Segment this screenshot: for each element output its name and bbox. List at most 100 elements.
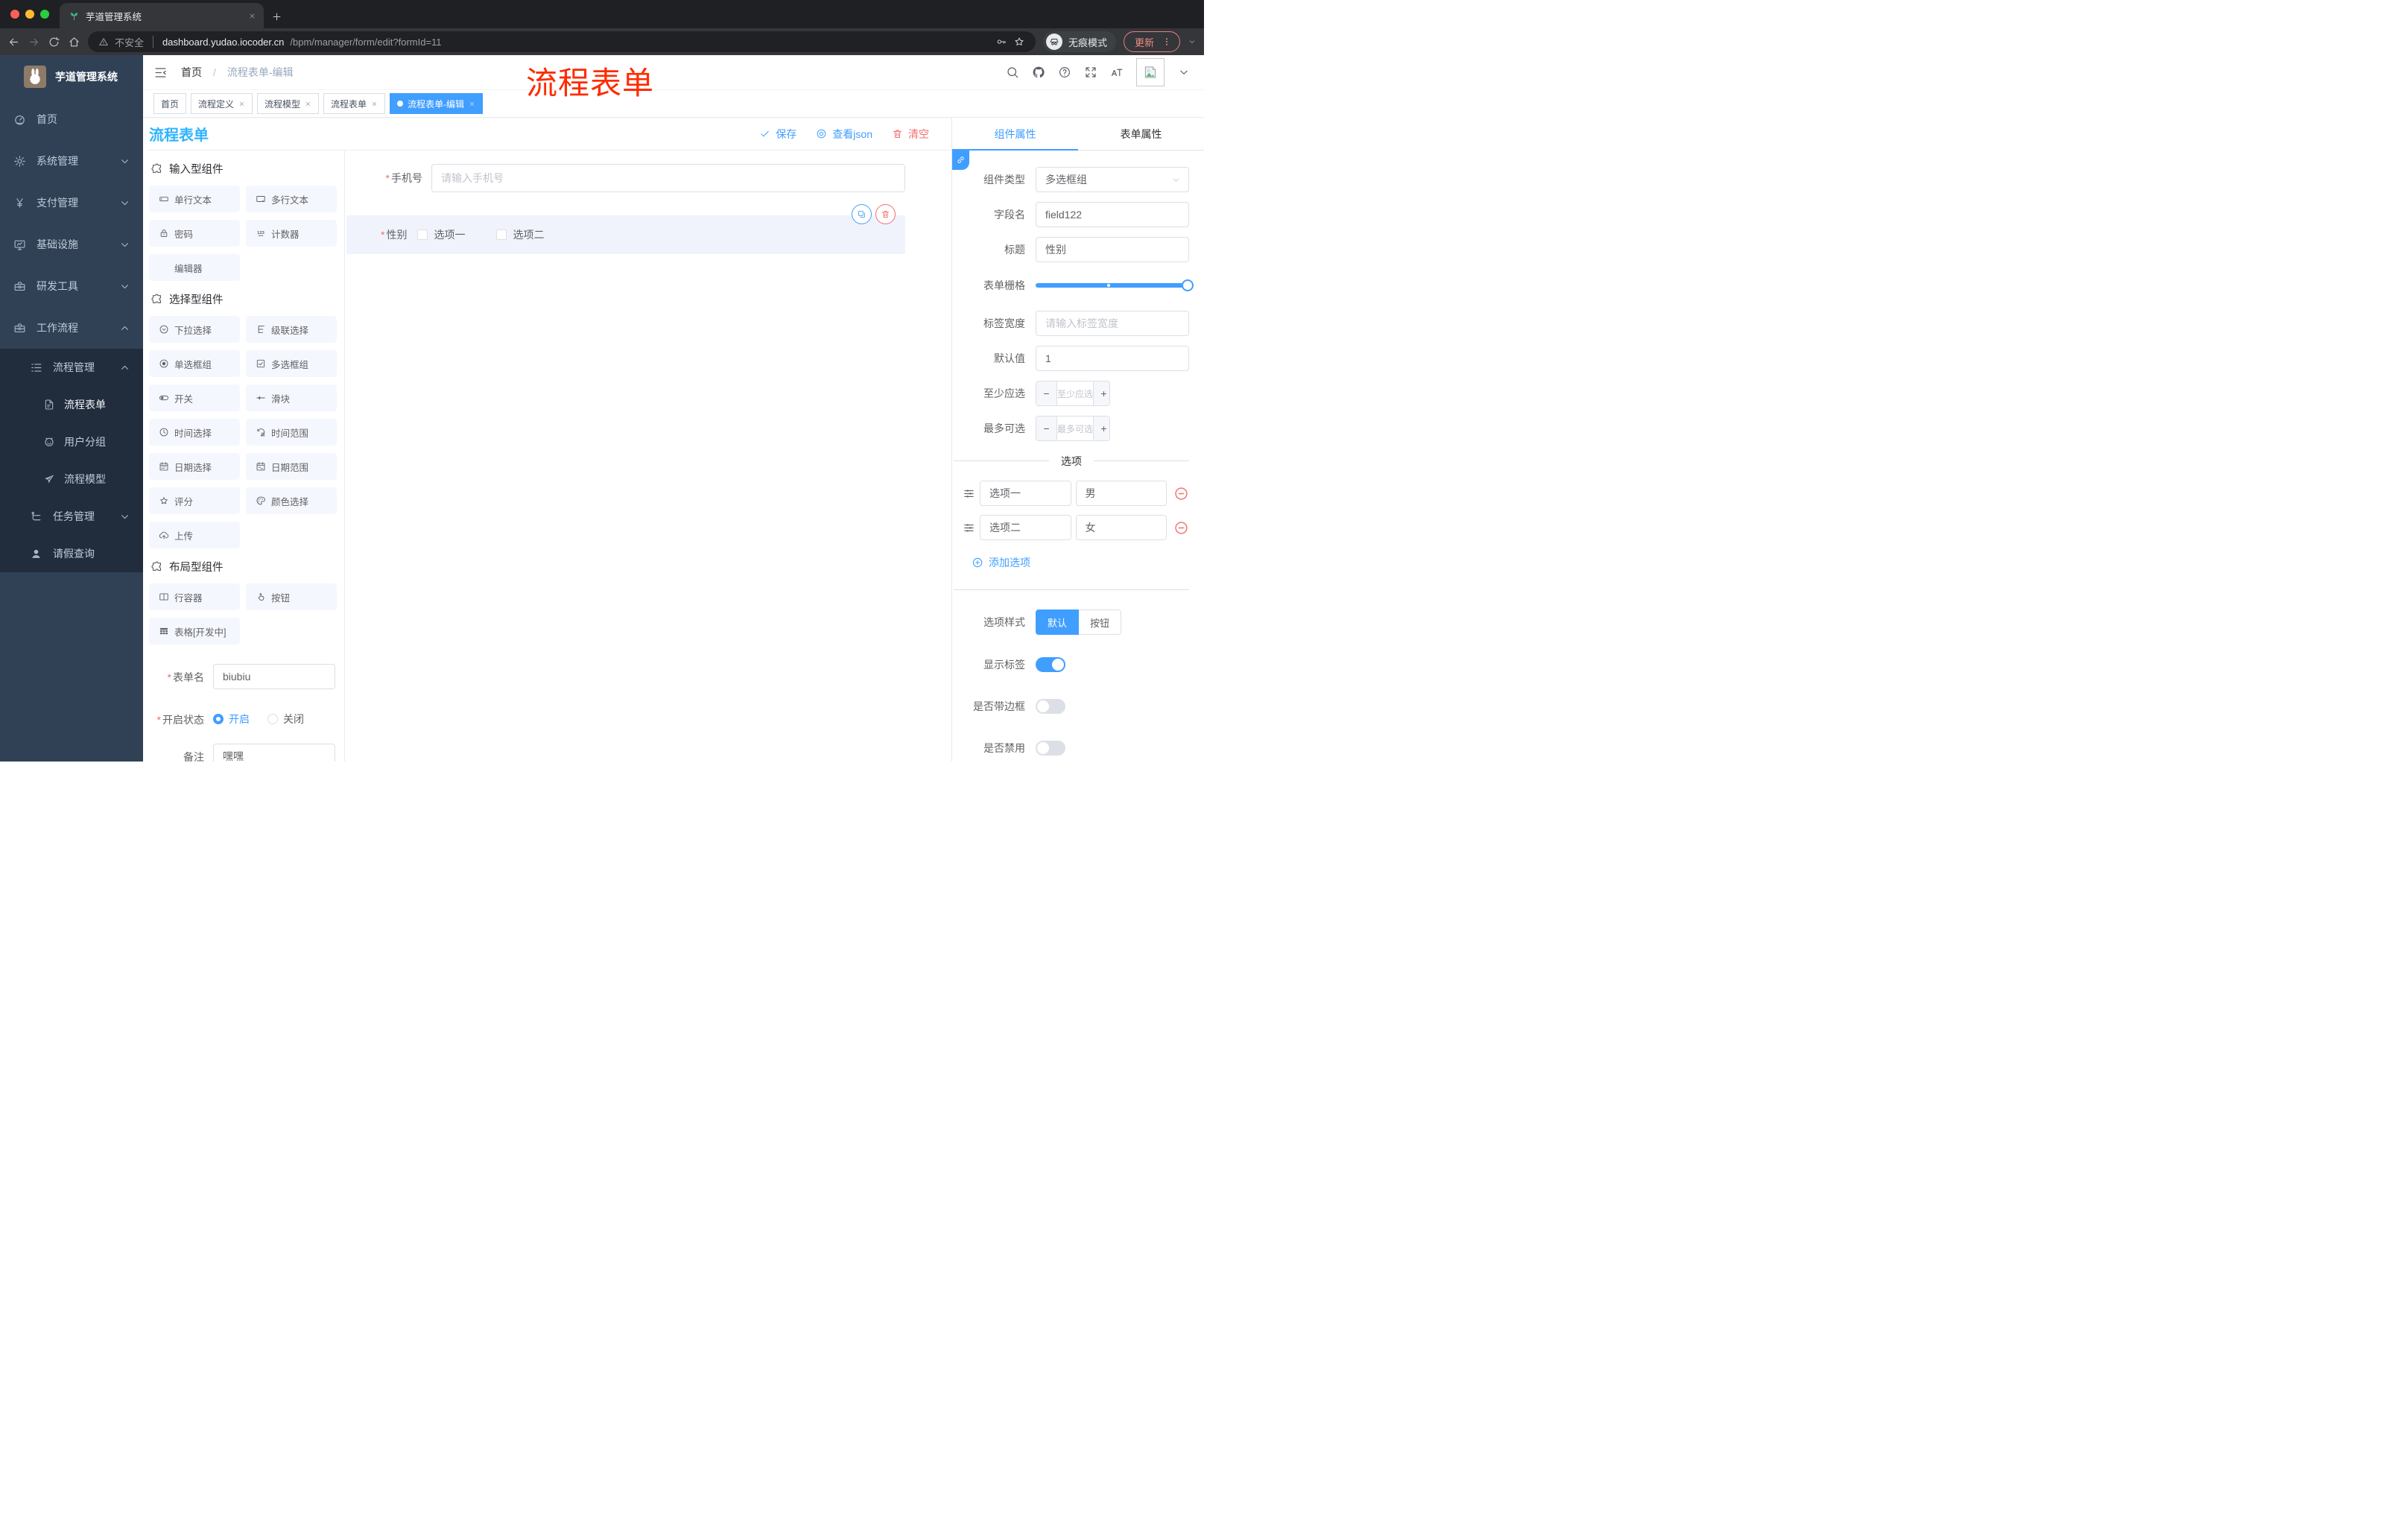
sidebar-child-0-0[interactable]: 流程表单	[0, 386, 143, 423]
tab-close-icon[interactable]	[248, 12, 256, 20]
option-style-default[interactable]: 默认	[1036, 609, 1080, 635]
sidebar-subitem-0[interactable]: 流程管理	[0, 349, 143, 386]
grid-slider[interactable]	[1036, 279, 1194, 291]
new-tab-button[interactable]	[271, 11, 282, 22]
palette-item[interactable]: 上传	[149, 522, 240, 548]
option-style-button[interactable]: 按钮	[1079, 609, 1122, 635]
option-name-input[interactable]	[980, 515, 1071, 540]
palette-item[interactable]: 密码	[149, 220, 240, 247]
palette-item[interactable]: 下拉选择	[149, 316, 240, 343]
sidebar-subitem-2[interactable]: 请假查询	[0, 535, 143, 572]
palette-item[interactable]: 日期选择	[149, 453, 240, 480]
window-zoom-button[interactable]	[40, 10, 49, 19]
link-badge[interactable]	[952, 150, 969, 170]
checkbox-icon[interactable]	[496, 229, 507, 240]
label-width-input[interactable]	[1036, 311, 1189, 336]
checkbox-option-1[interactable]: 选项二	[496, 227, 544, 242]
sidebar-item-5[interactable]: 工作流程	[0, 307, 143, 349]
checkbox-option-0[interactable]: 选项一	[417, 227, 465, 242]
palette-item[interactable]: 颜色选择	[246, 487, 337, 514]
option-value-input[interactable]	[1075, 515, 1167, 540]
palette-item[interactable]: 计数器	[246, 220, 337, 247]
action-clear-button[interactable]: 清空	[892, 127, 929, 142]
delete-component-button[interactable]	[875, 204, 896, 224]
palette-item[interactable]: 级联选择	[246, 316, 337, 343]
help-icon[interactable]	[1058, 66, 1071, 79]
palette-item[interactable]: 多选框组	[246, 350, 337, 377]
tag-close-icon[interactable]	[469, 101, 475, 107]
form-item-phone[interactable]: * 手机号	[346, 164, 905, 192]
tag-3[interactable]: 流程表单	[323, 93, 386, 114]
status-radio-on[interactable]: 开启	[213, 712, 250, 726]
password-key-icon[interactable]	[995, 36, 1007, 48]
address-bar[interactable]: 不安全 dashboard.yudao.iocoder.cn /bpm/mana…	[88, 31, 1036, 52]
add-option-button[interactable]: 添加选项	[972, 555, 1189, 570]
sidebar-item-2[interactable]: 支付管理	[0, 182, 143, 224]
remove-option-icon[interactable]	[1173, 486, 1189, 501]
max-select-value[interactable]: 最多可选	[1057, 417, 1094, 440]
phone-input[interactable]	[431, 164, 905, 192]
option-value-input[interactable]	[1075, 481, 1167, 506]
status-radio-off[interactable]: 关闭	[267, 712, 304, 726]
palette-item[interactable]: 编辑器	[149, 254, 240, 281]
default-value-input[interactable]	[1036, 346, 1189, 371]
tag-close-icon[interactable]	[305, 101, 311, 107]
reload-button[interactable]	[48, 36, 60, 48]
sidebar-subitem-1[interactable]: 任务管理	[0, 498, 143, 535]
palette-item[interactable]: 日期范围	[246, 453, 337, 480]
palette-item[interactable]: 行容器	[149, 583, 240, 610]
option-name-input[interactable]	[980, 481, 1071, 506]
tag-2[interactable]: 流程模型	[257, 93, 320, 114]
browser-update-button[interactable]: 更新	[1123, 31, 1180, 52]
tab-form-props[interactable]: 表单属性	[1078, 118, 1204, 150]
forward-button[interactable]	[28, 36, 40, 48]
sidebar-item-1[interactable]: 系统管理	[0, 140, 143, 182]
tag-close-icon[interactable]	[238, 101, 245, 107]
field-name-input[interactable]	[1036, 202, 1189, 227]
remove-option-icon[interactable]	[1173, 520, 1189, 536]
home-button[interactable]	[68, 36, 80, 48]
action-view-json-button[interactable]: 查看json	[816, 127, 872, 142]
sidebar-collapse-icon[interactable]	[153, 66, 168, 80]
breadcrumb-home[interactable]: 首页	[181, 65, 202, 80]
sidebar-child-0-1[interactable]: 用户分组	[0, 423, 143, 460]
drag-handle-icon[interactable]	[963, 522, 975, 534]
checkbox-icon[interactable]	[417, 229, 428, 240]
component-type-select[interactable]: 多选框组	[1036, 167, 1189, 192]
stepper-increase-button[interactable]: +	[1093, 417, 1109, 440]
sidebar-child-0-2[interactable]: 流程模型	[0, 460, 143, 498]
toolbar-overflow-chevron-icon[interactable]	[1188, 37, 1197, 46]
tag-1[interactable]: 流程定义	[191, 93, 253, 114]
sidebar-item-3[interactable]: 基础设施	[0, 224, 143, 265]
window-close-button[interactable]	[10, 10, 19, 19]
tab-component-props[interactable]: 组件属性	[952, 118, 1078, 150]
palette-item[interactable]: 滑块	[246, 384, 337, 411]
font-size-icon[interactable]	[1110, 66, 1124, 79]
user-avatar[interactable]	[1136, 58, 1165, 86]
form-remark-textarea[interactable]: 嘿嘿	[213, 744, 335, 762]
selected-component-gender[interactable]: * 性别 选项一 选项二	[346, 204, 905, 254]
sidebar-item-0[interactable]: 首页	[0, 98, 143, 140]
tag-4[interactable]: 流程表单-编辑	[390, 93, 484, 114]
drag-handle-icon[interactable]	[963, 487, 975, 500]
search-icon[interactable]	[1006, 66, 1019, 79]
tag-0[interactable]: 首页	[153, 93, 187, 114]
back-button[interactable]	[7, 36, 20, 48]
palette-item[interactable]: 多行文本	[246, 186, 337, 212]
palette-item[interactable]: 时间选择	[149, 419, 240, 446]
fullscreen-icon[interactable]	[1084, 66, 1097, 79]
copy-component-button[interactable]	[852, 204, 872, 224]
palette-item[interactable]: 表格[开发中]	[149, 618, 240, 645]
toggle-switch[interactable]	[1036, 699, 1065, 714]
stepper-decrease-button[interactable]: −	[1036, 417, 1057, 440]
palette-item[interactable]: 按钮	[246, 583, 337, 610]
toggle-switch[interactable]	[1036, 741, 1065, 756]
title-input[interactable]	[1036, 237, 1189, 262]
toggle-switch[interactable]	[1036, 657, 1065, 672]
form-canvas[interactable]: *手机号 *性别 选项一 选项二	[345, 151, 951, 762]
github-icon[interactable]	[1032, 66, 1045, 79]
tag-close-icon[interactable]	[371, 101, 378, 107]
palette-item[interactable]: 时间范围	[246, 419, 337, 446]
avatar-dropdown-chevron-icon[interactable]	[1177, 66, 1191, 79]
slider-handle[interactable]	[1182, 279, 1194, 291]
